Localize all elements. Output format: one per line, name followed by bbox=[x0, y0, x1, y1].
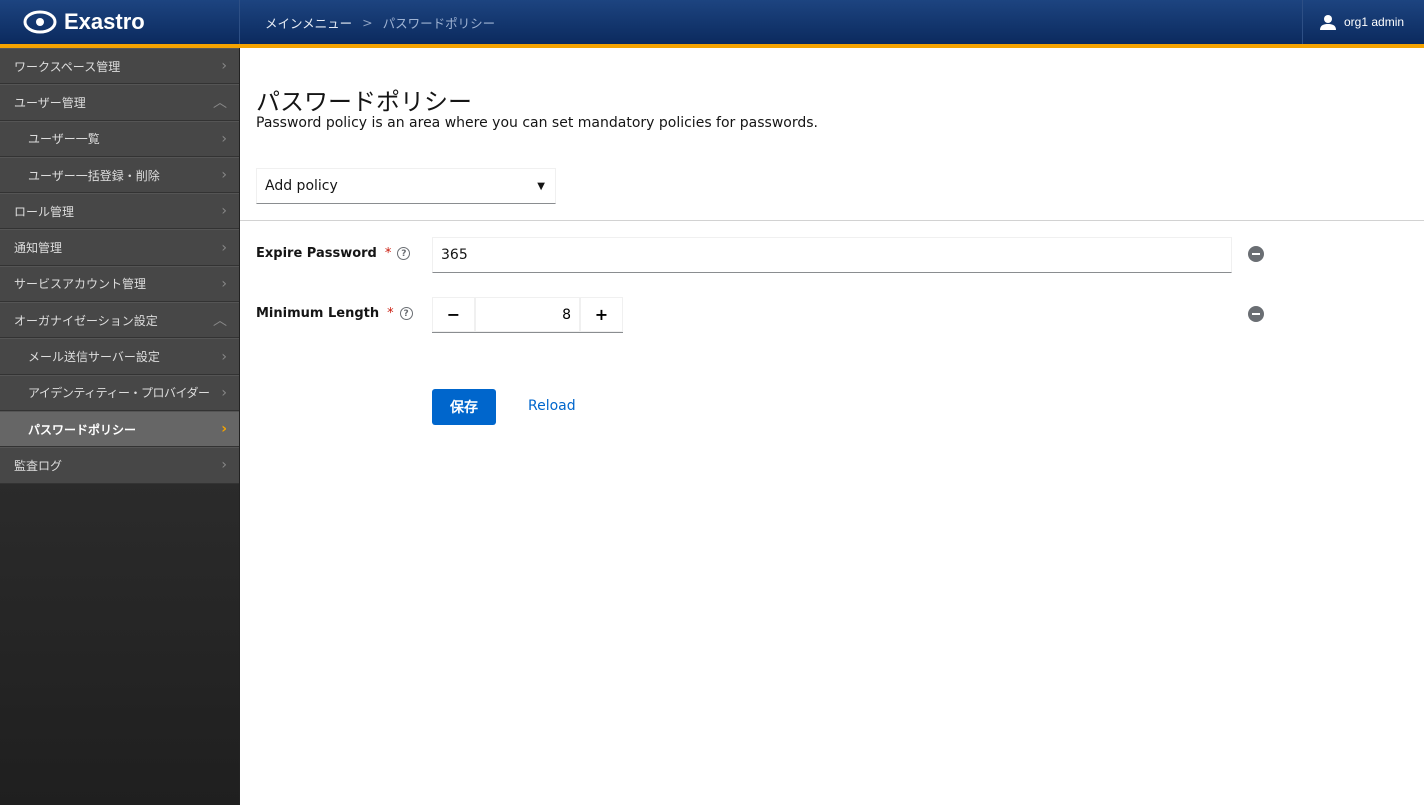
sidebar-item-label: パスワードポリシー bbox=[28, 422, 137, 437]
input-value: 365 bbox=[441, 247, 468, 263]
field-label: Expire Password bbox=[256, 246, 377, 261]
user-name: org1 admin bbox=[1344, 15, 1405, 29]
chevron-up-icon: ︿ bbox=[213, 313, 227, 330]
sidebar-item-user-list[interactable]: ユーザー一覧 › bbox=[0, 120, 239, 157]
sidebar-item-label: メール送信サーバー設定 bbox=[28, 350, 160, 365]
chevron-right-icon: › bbox=[221, 421, 227, 438]
sidebar-item-workspace[interactable]: ワークスペース管理 › bbox=[0, 48, 239, 85]
remove-minimum-length-icon[interactable] bbox=[1248, 306, 1264, 322]
chevron-right-icon: › bbox=[221, 130, 227, 147]
help-icon[interactable]: ? bbox=[397, 247, 411, 260]
required-marker: * bbox=[384, 246, 392, 261]
sidebar-item-label: 監査ログ bbox=[14, 458, 63, 473]
exastro-logo-icon bbox=[23, 10, 57, 34]
remove-expire-password-icon[interactable] bbox=[1248, 246, 1264, 262]
sidebar-item-label: 通知管理 bbox=[14, 241, 63, 256]
sidebar-item-label: ワークスペース管理 bbox=[14, 59, 121, 74]
chevron-right-icon: › bbox=[221, 167, 227, 184]
add-policy-select[interactable]: Add policy ▼ bbox=[256, 168, 556, 204]
chevron-right-icon: › bbox=[221, 348, 227, 365]
sidebar-item-service-accounts[interactable]: サービスアカウント管理 › bbox=[0, 265, 239, 303]
help-icon[interactable]: ? bbox=[399, 307, 413, 320]
required-marker: * bbox=[387, 306, 394, 321]
decrement-button[interactable]: − bbox=[432, 297, 475, 332]
top-header: Exastro メインメニュー > パスワードポリシー org1 admin bbox=[0, 0, 1424, 48]
chevron-right-icon: › bbox=[221, 457, 227, 474]
logo[interactable]: Exastro bbox=[0, 0, 240, 44]
sidebar-item-identity-provider[interactable]: アイデンティティー・プロバイダー › bbox=[0, 374, 239, 411]
sidebar-item-label: ロール管理 bbox=[14, 204, 75, 219]
chevron-right-icon: > bbox=[362, 14, 373, 30]
chevron-up-icon: ︿ bbox=[213, 95, 227, 112]
minimum-length-stepper: − 8 + bbox=[432, 297, 623, 333]
logo-text: Exastro bbox=[64, 9, 145, 34]
chevron-right-icon: › bbox=[221, 203, 227, 220]
field-label: Minimum Length bbox=[256, 306, 380, 321]
breadcrumb-main-menu[interactable]: メインメニュー bbox=[265, 13, 352, 32]
user-icon bbox=[1320, 15, 1336, 30]
chevron-right-icon: › bbox=[221, 384, 227, 401]
save-button[interactable]: 保存 bbox=[432, 389, 496, 425]
page-title: パスワードポリシー bbox=[256, 88, 472, 116]
increment-button[interactable]: + bbox=[580, 297, 623, 332]
sidebar-item-audit-log[interactable]: 監査ログ › bbox=[0, 447, 239, 484]
chevron-right-icon: › bbox=[221, 58, 227, 75]
sidebar-item-organization[interactable]: オーガナイゼーション設定 ︿ bbox=[0, 302, 239, 339]
chevron-right-icon: › bbox=[221, 275, 227, 292]
expire-password-label: Expire Password * ? bbox=[256, 246, 411, 261]
expire-password-input[interactable]: 365 bbox=[432, 237, 1232, 273]
sidebar-item-label: オーガナイゼーション設定 bbox=[14, 313, 158, 328]
sidebar-item-label: サービスアカウント管理 bbox=[14, 277, 147, 292]
sidebar-item-label: アイデンティティー・プロバイダー bbox=[28, 386, 210, 401]
breadcrumb-current: パスワードポリシー bbox=[382, 15, 496, 31]
minimum-length-label: Minimum Length * ? bbox=[256, 306, 413, 321]
sidebar-item-notifications[interactable]: 通知管理 › bbox=[0, 229, 239, 266]
chevron-right-icon: › bbox=[221, 239, 227, 256]
sidebar-item-users[interactable]: ユーザー管理 ︿ bbox=[0, 84, 239, 121]
add-policy-label: Add policy bbox=[265, 178, 338, 194]
minimum-length-input[interactable]: 8 bbox=[475, 297, 580, 332]
sidebar-item-mail-server[interactable]: メール送信サーバー設定 › bbox=[0, 338, 239, 375]
user-menu[interactable]: org1 admin bbox=[1302, 0, 1424, 44]
divider bbox=[240, 220, 1424, 221]
sidebar-item-label: ユーザー管理 bbox=[14, 95, 86, 110]
main-content: パスワードポリシー Password policy is an area whe… bbox=[240, 48, 1424, 805]
sidebar-item-label: ユーザー一覧 bbox=[28, 132, 100, 147]
sidebar-item-password-policy[interactable]: パスワードポリシー › bbox=[0, 410, 239, 448]
sidebar-item-roles[interactable]: ロール管理 › bbox=[0, 193, 239, 230]
page-description: Password policy is an area where you can… bbox=[256, 115, 818, 131]
sidebar-item-label: ユーザー一括登録・削除 bbox=[28, 168, 160, 183]
caret-down-icon: ▼ bbox=[537, 180, 545, 192]
breadcrumb: メインメニュー > パスワードポリシー bbox=[240, 0, 1302, 44]
sidebar: ワークスペース管理 › ユーザー管理 ︿ ユーザー一覧 › ユーザー一括登録・削除 › … bbox=[0, 48, 240, 805]
reload-link[interactable]: Reload bbox=[528, 398, 576, 414]
sidebar-item-user-bulk[interactable]: ユーザー一括登録・削除 › bbox=[0, 156, 239, 194]
